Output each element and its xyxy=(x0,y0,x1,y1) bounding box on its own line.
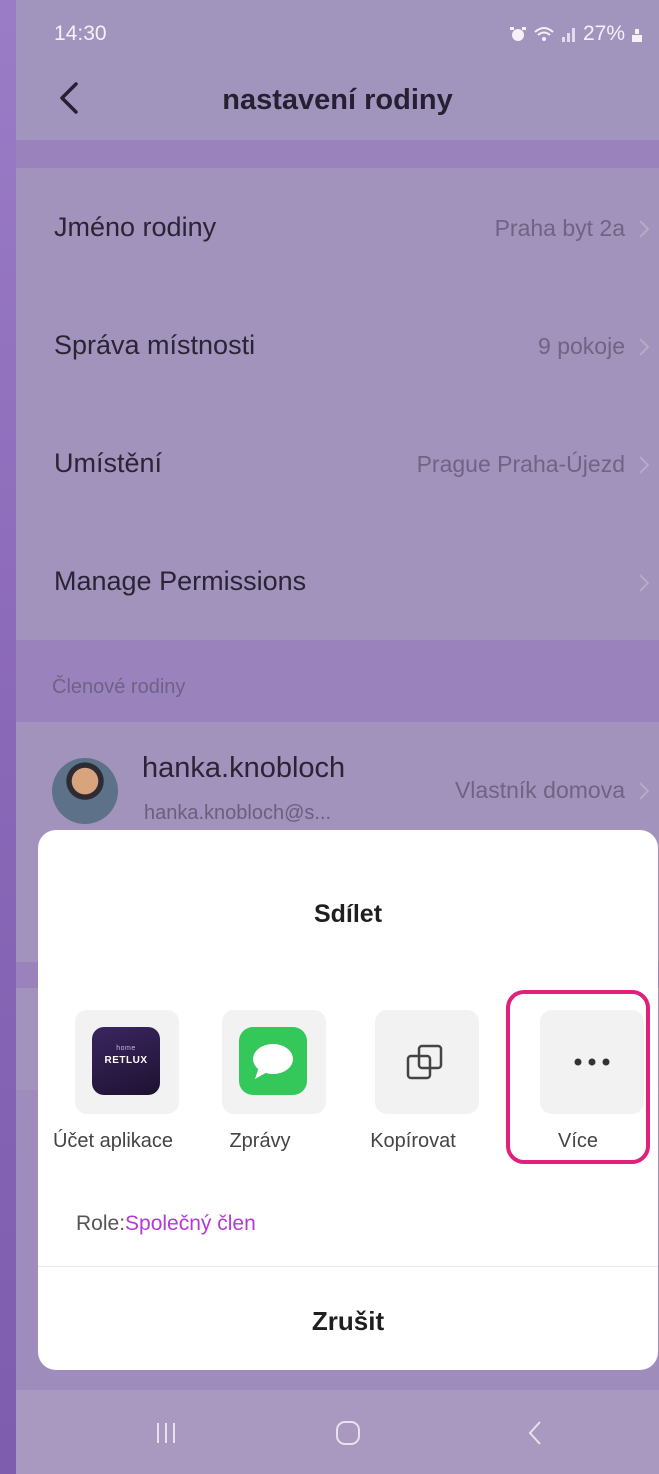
setting-label: Jméno rodiny xyxy=(54,212,217,242)
wifi-icon xyxy=(534,27,554,41)
page-title: nastavení rodiny xyxy=(222,84,453,116)
members-section-header: Členové rodiny xyxy=(16,640,659,722)
status-bar: 14:30 27% xyxy=(16,0,659,58)
setting-value: Prague Praha-Újezd xyxy=(416,451,625,477)
section-title: Členové rodiny xyxy=(52,676,186,698)
share-sheet-title: Sdílet xyxy=(313,900,383,928)
divider xyxy=(38,1266,658,1267)
setting-row-rooms[interactable]: Správa místnosti 9 pokoje xyxy=(16,286,659,404)
role-line: Role:Společný člen xyxy=(76,1212,256,1236)
share-label: Zprávy xyxy=(229,1130,291,1152)
settings-list: Jméno rodiny Praha byt 2a Správa místnos… xyxy=(16,168,659,640)
background-frame xyxy=(0,0,16,1474)
role-value[interactable]: Společný člen xyxy=(125,1212,256,1235)
messages-icon xyxy=(239,1027,307,1095)
copy-icon xyxy=(406,1044,443,1080)
alarm-icon xyxy=(509,27,526,41)
app-header: nastavení rodiny xyxy=(16,58,659,140)
share-icon-box xyxy=(375,1010,479,1114)
setting-row-family-name[interactable]: Jméno rodiny Praha byt 2a xyxy=(16,168,659,286)
share-app-account[interactable]: RETLUX home Účet aplikace xyxy=(38,1010,188,1160)
setting-value: Praha byt 2a xyxy=(494,215,625,241)
share-sheet: Sdílet RETLUX home Účet aplikace Zprávy xyxy=(38,830,658,1370)
setting-row-location[interactable]: Umístění Prague Praha-Újezd xyxy=(16,404,659,522)
signal-icon xyxy=(561,28,575,42)
share-messages[interactable]: Zprávy xyxy=(185,1010,335,1160)
share-icon-box: RETLUX home xyxy=(75,1010,179,1114)
setting-label: Správa místnosti xyxy=(54,330,256,360)
chevron-right-icon xyxy=(639,456,650,474)
avatar xyxy=(52,758,118,824)
member-role: Vlastník domova xyxy=(454,777,625,803)
member-email: hanka.knobloch@s... xyxy=(144,802,332,824)
role-label: Role: xyxy=(76,1212,126,1235)
battery-percent: 27% xyxy=(582,22,625,45)
member-name: hanka.knobloch xyxy=(142,752,346,784)
setting-label: Umístění xyxy=(54,448,163,478)
system-nav-bar xyxy=(16,1390,659,1474)
chevron-right-icon xyxy=(639,574,650,592)
section-gap xyxy=(16,140,659,168)
setting-row-permissions[interactable]: Manage Permissions xyxy=(16,522,659,640)
recent-apps-icon[interactable] xyxy=(146,1418,186,1448)
nav-back-icon[interactable] xyxy=(516,1418,556,1448)
setting-value: 9 pokoje xyxy=(538,333,625,359)
chevron-right-icon xyxy=(639,338,650,356)
share-icon-box xyxy=(222,1010,326,1114)
share-label: Kopírovat xyxy=(370,1130,456,1152)
battery-charging-icon xyxy=(632,29,642,42)
chevron-right-icon xyxy=(639,782,650,800)
cancel-button[interactable]: Zrušit xyxy=(38,1306,658,1337)
retlux-app-icon: RETLUX home xyxy=(92,1027,160,1095)
highlight-outline xyxy=(506,990,650,1164)
home-icon[interactable] xyxy=(328,1418,368,1448)
status-time: 14:30 xyxy=(54,22,107,45)
chevron-right-icon xyxy=(639,220,650,238)
share-label: Účet aplikace xyxy=(52,1130,174,1152)
status-icons: 27% xyxy=(509,22,643,46)
share-copy[interactable]: Kopírovat xyxy=(338,1010,488,1160)
phone-screen: 14:30 27% nastavení rodiny Jméno rodiny … xyxy=(16,0,659,1474)
setting-label: Manage Permissions xyxy=(54,566,307,596)
